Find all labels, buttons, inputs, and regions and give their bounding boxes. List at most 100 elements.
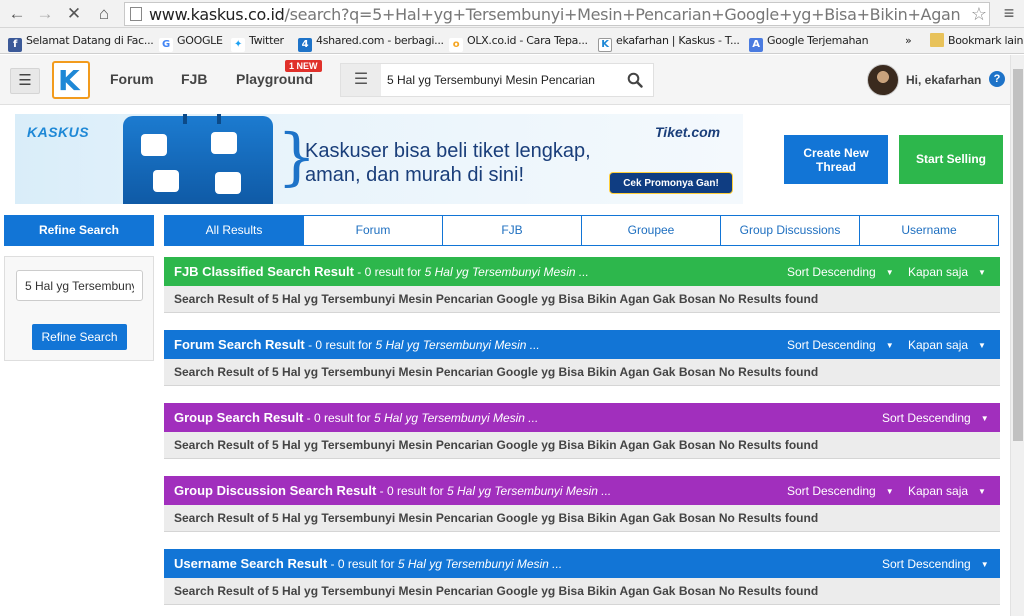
kaskus-icon: K <box>598 38 612 52</box>
caret-down-icon: ▼ <box>978 341 986 350</box>
twitter-icon: ✦ <box>231 38 245 52</box>
result-title: Group Discussion Search Result - 0 resul… <box>174 483 611 498</box>
user-greeting[interactable]: Hi, ekafarhan <box>906 73 981 87</box>
username-result-section: Username Search Result - 0 result for 5 … <box>164 549 1000 605</box>
nav-fjb[interactable]: FJB <box>181 71 207 87</box>
forward-arrow-icon[interactable]: → <box>34 3 56 25</box>
time-filter-dropdown[interactable]: Kapan saja ▼ <box>908 265 986 279</box>
time-filter-dropdown[interactable]: Kapan saja ▼ <box>908 484 986 498</box>
nav-forum[interactable]: Forum <box>110 71 154 87</box>
promo-banner[interactable]: KASKUS } Tiket.com Kaskuser bisa beli ti… <box>15 114 743 204</box>
sort-dropdown[interactable]: Sort Descending ▼ <box>882 411 989 425</box>
sort-dropdown[interactable]: Sort Descending ▼ <box>882 557 989 571</box>
bookmarks-overflow-chevron[interactable]: » <box>905 33 912 49</box>
browser-toolbar: ← → ✕ ⌂ www.kaskus.co.id/search?q=5+Hal+… <box>0 0 1024 28</box>
forum-result-section: Forum Search Result - 0 result for 5 Hal… <box>164 330 1000 386</box>
refine-search-button[interactable]: Refine Search <box>32 324 127 350</box>
result-title: Username Search Result - 0 result for 5 … <box>174 556 562 571</box>
caret-down-icon: ▼ <box>978 268 986 277</box>
sort-dropdown[interactable]: Sort Descending ▼ <box>787 265 894 279</box>
avatar[interactable] <box>867 64 899 96</box>
tab-fjb[interactable]: FJB <box>443 216 582 245</box>
airplane-sticker-icon <box>141 134 167 156</box>
tab-group-discussions[interactable]: Group Discussions <box>721 216 860 245</box>
create-new-thread-button[interactable]: Create New Thread <box>784 135 888 184</box>
home-icon[interactable]: ⌂ <box>93 3 115 25</box>
result-header: Group Search Result - 0 result for 5 Hal… <box>164 403 1000 432</box>
address-bar-url[interactable]: www.kaskus.co.id/search?q=5+Hal+yg+Terse… <box>149 6 961 24</box>
result-query: 5 Hal yg Tersembunyi Mesin ... <box>424 265 589 279</box>
result-count: - 0 result for <box>304 338 376 352</box>
refine-search-panel: Refine Search <box>4 256 154 361</box>
time-filter-label: Kapan saja <box>908 338 969 352</box>
search-category-list-icon[interactable]: ☰ <box>341 64 381 96</box>
result-header: Forum Search Result - 0 result for 5 Hal… <box>164 330 1000 359</box>
sort-dropdown[interactable]: Sort Descending ▼ <box>787 484 894 498</box>
translate-icon: A <box>749 38 763 52</box>
caret-down-icon: ▼ <box>885 341 894 350</box>
bookmark-star-icon[interactable]: ☆ <box>971 4 987 25</box>
result-empty-message: Search Result of 5 Hal yg Tersembunyi Me… <box>164 505 1000 532</box>
bookmark-label: 4shared.com - berbagi... <box>316 34 444 47</box>
olx-icon: o <box>449 38 463 52</box>
bookmark-google[interactable]: G GOOGLE <box>159 33 223 52</box>
menu-hamburger-icon[interactable]: ☰ <box>10 68 40 94</box>
bookmarks-bar: f Selamat Datang di Fac... G GOOGLE ✦ Twitt… <box>0 28 1024 54</box>
stop-loading-icon[interactable]: ✕ <box>63 3 85 25</box>
page-icon <box>130 7 142 21</box>
banner-headline-2: aman, dan murah di sini! <box>305 164 525 186</box>
facebook-icon: f <box>8 38 22 52</box>
bookmark-label: Twitter <box>249 34 284 47</box>
nav-playground[interactable]: Playground <box>236 71 313 87</box>
bookmark-label: ekafarhan | Kaskus - T... <box>616 34 740 47</box>
building-sticker-icon <box>211 132 237 154</box>
search-input[interactable] <box>387 70 607 90</box>
fjb-result-section: FJB Classified Search Result - 0 result … <box>164 257 1000 313</box>
sort-dropdown[interactable]: Sort Descending ▼ <box>787 338 894 352</box>
help-icon[interactable]: ? <box>989 71 1005 87</box>
search-icon[interactable] <box>627 72 643 88</box>
tab-groupee[interactable]: Groupee <box>582 216 721 245</box>
result-empty-message: Search Result of 5 Hal yg Tersembunyi Me… <box>164 432 1000 459</box>
scrollbar-thumb[interactable] <box>1013 69 1023 441</box>
back-arrow-icon[interactable]: ← <box>6 3 28 25</box>
bookmark-label: OLX.co.id - Cara Tepa... <box>467 34 588 47</box>
caret-down-icon: ▼ <box>980 560 989 569</box>
bookmark-label: GOOGLE <box>177 34 223 47</box>
promo-cta-button[interactable]: Cek Promonya Gan! <box>609 172 733 194</box>
bookmark-twitter[interactable]: ✦ Twitter <box>231 33 284 52</box>
bookmark-kaskus[interactable]: Kekafarhan | Kaskus - T... <box>598 33 740 52</box>
tab-forum[interactable]: Forum <box>304 216 443 245</box>
address-bar[interactable]: www.kaskus.co.id/search?q=5+Hal+yg+Terse… <box>124 2 990 26</box>
tab-username[interactable]: Username <box>860 216 998 245</box>
bookmark-facebook[interactable]: f Selamat Datang di Fac... <box>8 33 154 52</box>
page-scrollbar[interactable] <box>1010 55 1024 616</box>
result-title: FJB Classified Search Result - 0 result … <box>174 264 589 279</box>
group-result-section: Group Search Result - 0 result for 5 Hal… <box>164 403 1000 459</box>
start-selling-button[interactable]: Start Selling <box>899 135 1003 184</box>
result-title-text: Group Search Result <box>174 410 304 425</box>
url-path: /search?q=5+Hal+yg+Tersembunyi+Mesin+Pen… <box>284 6 961 24</box>
kaskus-logo[interactable]: K <box>52 61 90 99</box>
refine-search-input[interactable] <box>16 270 143 301</box>
bookmark-google-translate[interactable]: A Google Terjemahan <box>749 33 869 52</box>
tab-all-results[interactable]: All Results <box>165 216 304 245</box>
sort-label: Sort Descending <box>787 338 876 352</box>
bookmark-4shared[interactable]: 4 4shared.com - berbagi... <box>298 33 444 52</box>
result-empty-message: Search Result of 5 Hal yg Tersembunyi Me… <box>164 286 1000 313</box>
time-filter-dropdown[interactable]: Kapan saja ▼ <box>908 338 986 352</box>
palm-sticker-icon <box>215 172 241 194</box>
bookmark-olx[interactable]: o OLX.co.id - Cara Tepa... <box>449 33 588 52</box>
bookmark-label: Bookmark lain <box>948 34 1024 47</box>
bookmark-folder-other[interactable]: Bookmark lain <box>930 33 1023 49</box>
result-title-text: Group Discussion Search Result <box>174 483 377 498</box>
sort-label: Sort Descending <box>882 411 971 425</box>
result-query: 5 Hal yg Tersembunyi Mesin ... <box>374 411 539 425</box>
sort-label: Sort Descending <box>882 557 971 571</box>
result-header: Group Discussion Search Result - 0 resul… <box>164 476 1000 505</box>
result-count: - 0 result for <box>376 484 447 498</box>
result-query: 5 Hal yg Tersembunyi Mesin ... <box>375 338 540 352</box>
browser-menu-icon[interactable]: ≡ <box>998 3 1020 25</box>
result-tabs: All Results Forum FJB Groupee Group Disc… <box>164 215 999 246</box>
result-query: 5 Hal yg Tersembunyi Mesin ... <box>397 557 563 571</box>
